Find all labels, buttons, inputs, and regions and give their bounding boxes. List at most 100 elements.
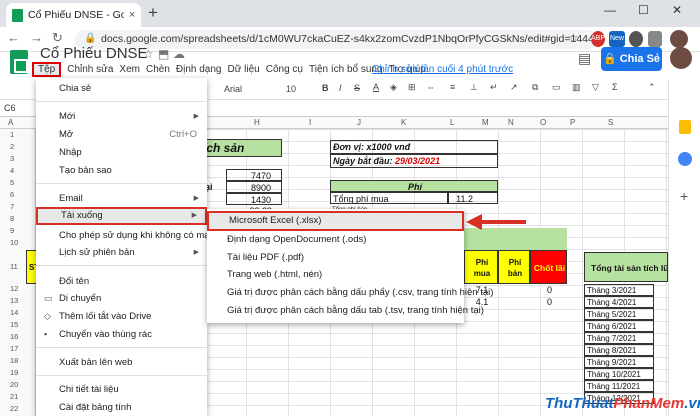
cloud-icon[interactable]: ☁ bbox=[173, 47, 185, 61]
row-number[interactable]: 10 bbox=[10, 238, 18, 247]
menu-item-email[interactable]: Email ▶ bbox=[36, 191, 207, 206]
column-header[interactable]: J bbox=[357, 118, 361, 127]
fee-header-cell[interactable]: Phí bbox=[330, 180, 498, 192]
month-cell[interactable]: Tháng 8/2021 bbox=[584, 344, 654, 356]
menu-item-details[interactable]: Chi tiết tài liệu bbox=[36, 382, 207, 397]
take-profit-header[interactable]: Chốt lãi bbox=[530, 250, 567, 284]
menu-item-version-history[interactable]: Lịch sử phiên bản ▶ bbox=[36, 245, 207, 260]
add-addon-icon[interactable]: + bbox=[680, 188, 688, 204]
menu-item-make-copy[interactable]: Tạo bản sao bbox=[36, 163, 207, 178]
reload-icon[interactable]: ↻ bbox=[52, 30, 63, 46]
start-date-cell[interactable]: Ngày bắt đầu: 29/03/2021 bbox=[330, 154, 498, 168]
month-cell[interactable]: Tháng 4/2021 bbox=[584, 296, 654, 308]
move-icon[interactable]: ⬒ bbox=[158, 47, 169, 61]
text-color-icon[interactable]: A bbox=[373, 82, 379, 92]
menu-item-settings[interactable]: Cài đặt bảng tính bbox=[36, 400, 207, 415]
menu-item-share[interactable]: Chia sẻ bbox=[36, 81, 207, 96]
month-cell[interactable]: Tháng 7/2021 bbox=[584, 332, 654, 344]
keep-icon[interactable] bbox=[679, 120, 691, 134]
month-cell[interactable]: Tháng 11/2021 bbox=[584, 380, 654, 392]
row-number[interactable]: 2 bbox=[10, 142, 14, 151]
row-number[interactable]: 22 bbox=[10, 404, 18, 413]
menu-insert[interactable]: Chèn bbox=[146, 64, 170, 75]
back-icon[interactable]: ← bbox=[7, 30, 20, 45]
take-profit-cell[interactable]: 0 bbox=[530, 284, 567, 296]
value-cell[interactable]: 7470 bbox=[226, 169, 282, 181]
row-number[interactable]: 4 bbox=[10, 166, 14, 175]
month-cell[interactable]: Tháng 6/2021 bbox=[584, 320, 654, 332]
row-number[interactable]: 6 bbox=[10, 190, 14, 199]
download-pdf[interactable]: Tài liệu PDF (.pdf) bbox=[207, 249, 464, 266]
column-header[interactable]: I bbox=[309, 118, 311, 127]
extension-icon[interactable] bbox=[629, 31, 643, 47]
row-number[interactable]: 21 bbox=[10, 392, 18, 401]
star-doc-icon[interactable]: ☆ bbox=[143, 47, 154, 61]
tab-close-icon[interactable]: × bbox=[129, 9, 135, 21]
valign-icon[interactable]: ⊥ bbox=[470, 82, 478, 93]
new-tab-button[interactable]: + bbox=[148, 3, 158, 23]
menu-file[interactable]: Tệp bbox=[32, 62, 62, 77]
wrap-icon[interactable]: ↵ bbox=[490, 82, 498, 93]
column-header[interactable]: S bbox=[608, 118, 613, 127]
menu-format[interactable]: Định dạng bbox=[176, 64, 222, 75]
minimize-button[interactable]: — bbox=[604, 3, 616, 17]
menu-item-publish[interactable]: Xuất bản lên web bbox=[36, 355, 207, 370]
column-header[interactable]: L bbox=[450, 118, 454, 127]
comment-icon[interactable]: ▭ bbox=[552, 82, 561, 93]
column-header[interactable]: O bbox=[540, 118, 546, 127]
link-icon[interactable]: ⧉ bbox=[532, 82, 538, 93]
row-number[interactable]: 1 bbox=[10, 130, 14, 139]
align-icon[interactable]: ≡ bbox=[450, 82, 455, 92]
menu-tools[interactable]: Công cụ bbox=[266, 64, 303, 75]
column-header[interactable]: M bbox=[482, 118, 489, 127]
adblock-ext-icon[interactable]: ABP bbox=[591, 31, 605, 47]
sheet-title-cell[interactable]: ích sản bbox=[200, 139, 282, 157]
fee-label-cell[interactable]: Tổng phí mua bbox=[330, 192, 448, 204]
font-select[interactable]: Arial bbox=[224, 84, 242, 94]
unit-cell[interactable]: Đơn vị: x1000 vnđ bbox=[330, 140, 498, 154]
menu-item-import[interactable]: Nhập bbox=[36, 145, 207, 160]
month-cell[interactable]: Tháng 9/2021 bbox=[584, 356, 654, 368]
menu-item-add-shortcut[interactable]: ◇ Thêm lối tắt vào Drive bbox=[36, 309, 207, 324]
bold-icon[interactable]: B bbox=[322, 83, 329, 93]
document-title[interactable]: Cổ Phiếu DNSE bbox=[40, 45, 148, 62]
download-csv[interactable]: Giá trị được phân cách bằng dấu phẩy (.c… bbox=[207, 284, 493, 301]
fee-value-cell[interactable]: 11.2 bbox=[448, 192, 498, 204]
value-cell[interactable]: 1430 bbox=[226, 193, 282, 205]
lock-icon[interactable]: 🔒 bbox=[84, 33, 96, 44]
download-xlsx[interactable]: Microsoft Excel (.xlsx) bbox=[207, 211, 464, 231]
sheets-logo-icon[interactable] bbox=[10, 50, 28, 74]
row-number[interactable]: 7 bbox=[10, 202, 14, 211]
fill-color-icon[interactable]: ◈ bbox=[390, 82, 397, 93]
puzzle-icon[interactable] bbox=[648, 31, 662, 47]
row-number[interactable]: 15 bbox=[10, 320, 18, 329]
fee-sell-header[interactable]: Phí bán bbox=[498, 250, 530, 284]
forward-icon[interactable]: → bbox=[30, 30, 43, 45]
menu-item-new[interactable]: Mới ▶ bbox=[36, 109, 207, 124]
collapse-toolbar-icon[interactable]: ⌃ bbox=[648, 82, 656, 93]
star-icon[interactable]: ☆ bbox=[568, 31, 579, 45]
filter-icon[interactable]: ▽ bbox=[592, 82, 599, 93]
menu-item-open[interactable]: Mở Ctrl+O bbox=[36, 127, 207, 142]
row-number[interactable]: 3 bbox=[10, 154, 14, 163]
column-header[interactable]: K bbox=[401, 118, 406, 127]
row-number[interactable]: 11 bbox=[10, 262, 18, 271]
user-avatar[interactable] bbox=[670, 47, 692, 69]
row-number[interactable]: 17 bbox=[10, 344, 18, 353]
download-ods[interactable]: Định dạng OpenDocument (.ods) bbox=[207, 231, 464, 248]
last-edit-link[interactable]: Chỉnh sửa lần cuối 4 phút trước bbox=[372, 64, 513, 75]
menu-data[interactable]: Dữ liệu bbox=[227, 64, 259, 75]
column-header[interactable]: A bbox=[8, 118, 13, 127]
merge-icon[interactable]: ⇔ bbox=[426, 82, 435, 92]
strikethrough-icon[interactable]: S bbox=[354, 83, 360, 93]
borders-icon[interactable]: ⊞ bbox=[408, 82, 416, 93]
menu-view[interactable]: Xem bbox=[119, 64, 140, 75]
month-cell[interactable]: Tháng 3/2021 bbox=[584, 284, 654, 296]
menu-item-rename[interactable]: Đổi tên bbox=[36, 274, 207, 289]
row-number[interactable]: 18 bbox=[10, 356, 18, 365]
tasks-blue-icon[interactable] bbox=[678, 152, 692, 166]
download-tsv[interactable]: Giá trị được phân cách bằng dấu tab (.ts… bbox=[207, 302, 484, 319]
total-assets-header[interactable]: Tổng tài sản tích lũy bbox=[584, 252, 668, 282]
menu-item-offline[interactable]: Cho phép sử dụng khi không có mạng bbox=[36, 228, 220, 243]
row-number[interactable]: 5 bbox=[10, 178, 14, 187]
